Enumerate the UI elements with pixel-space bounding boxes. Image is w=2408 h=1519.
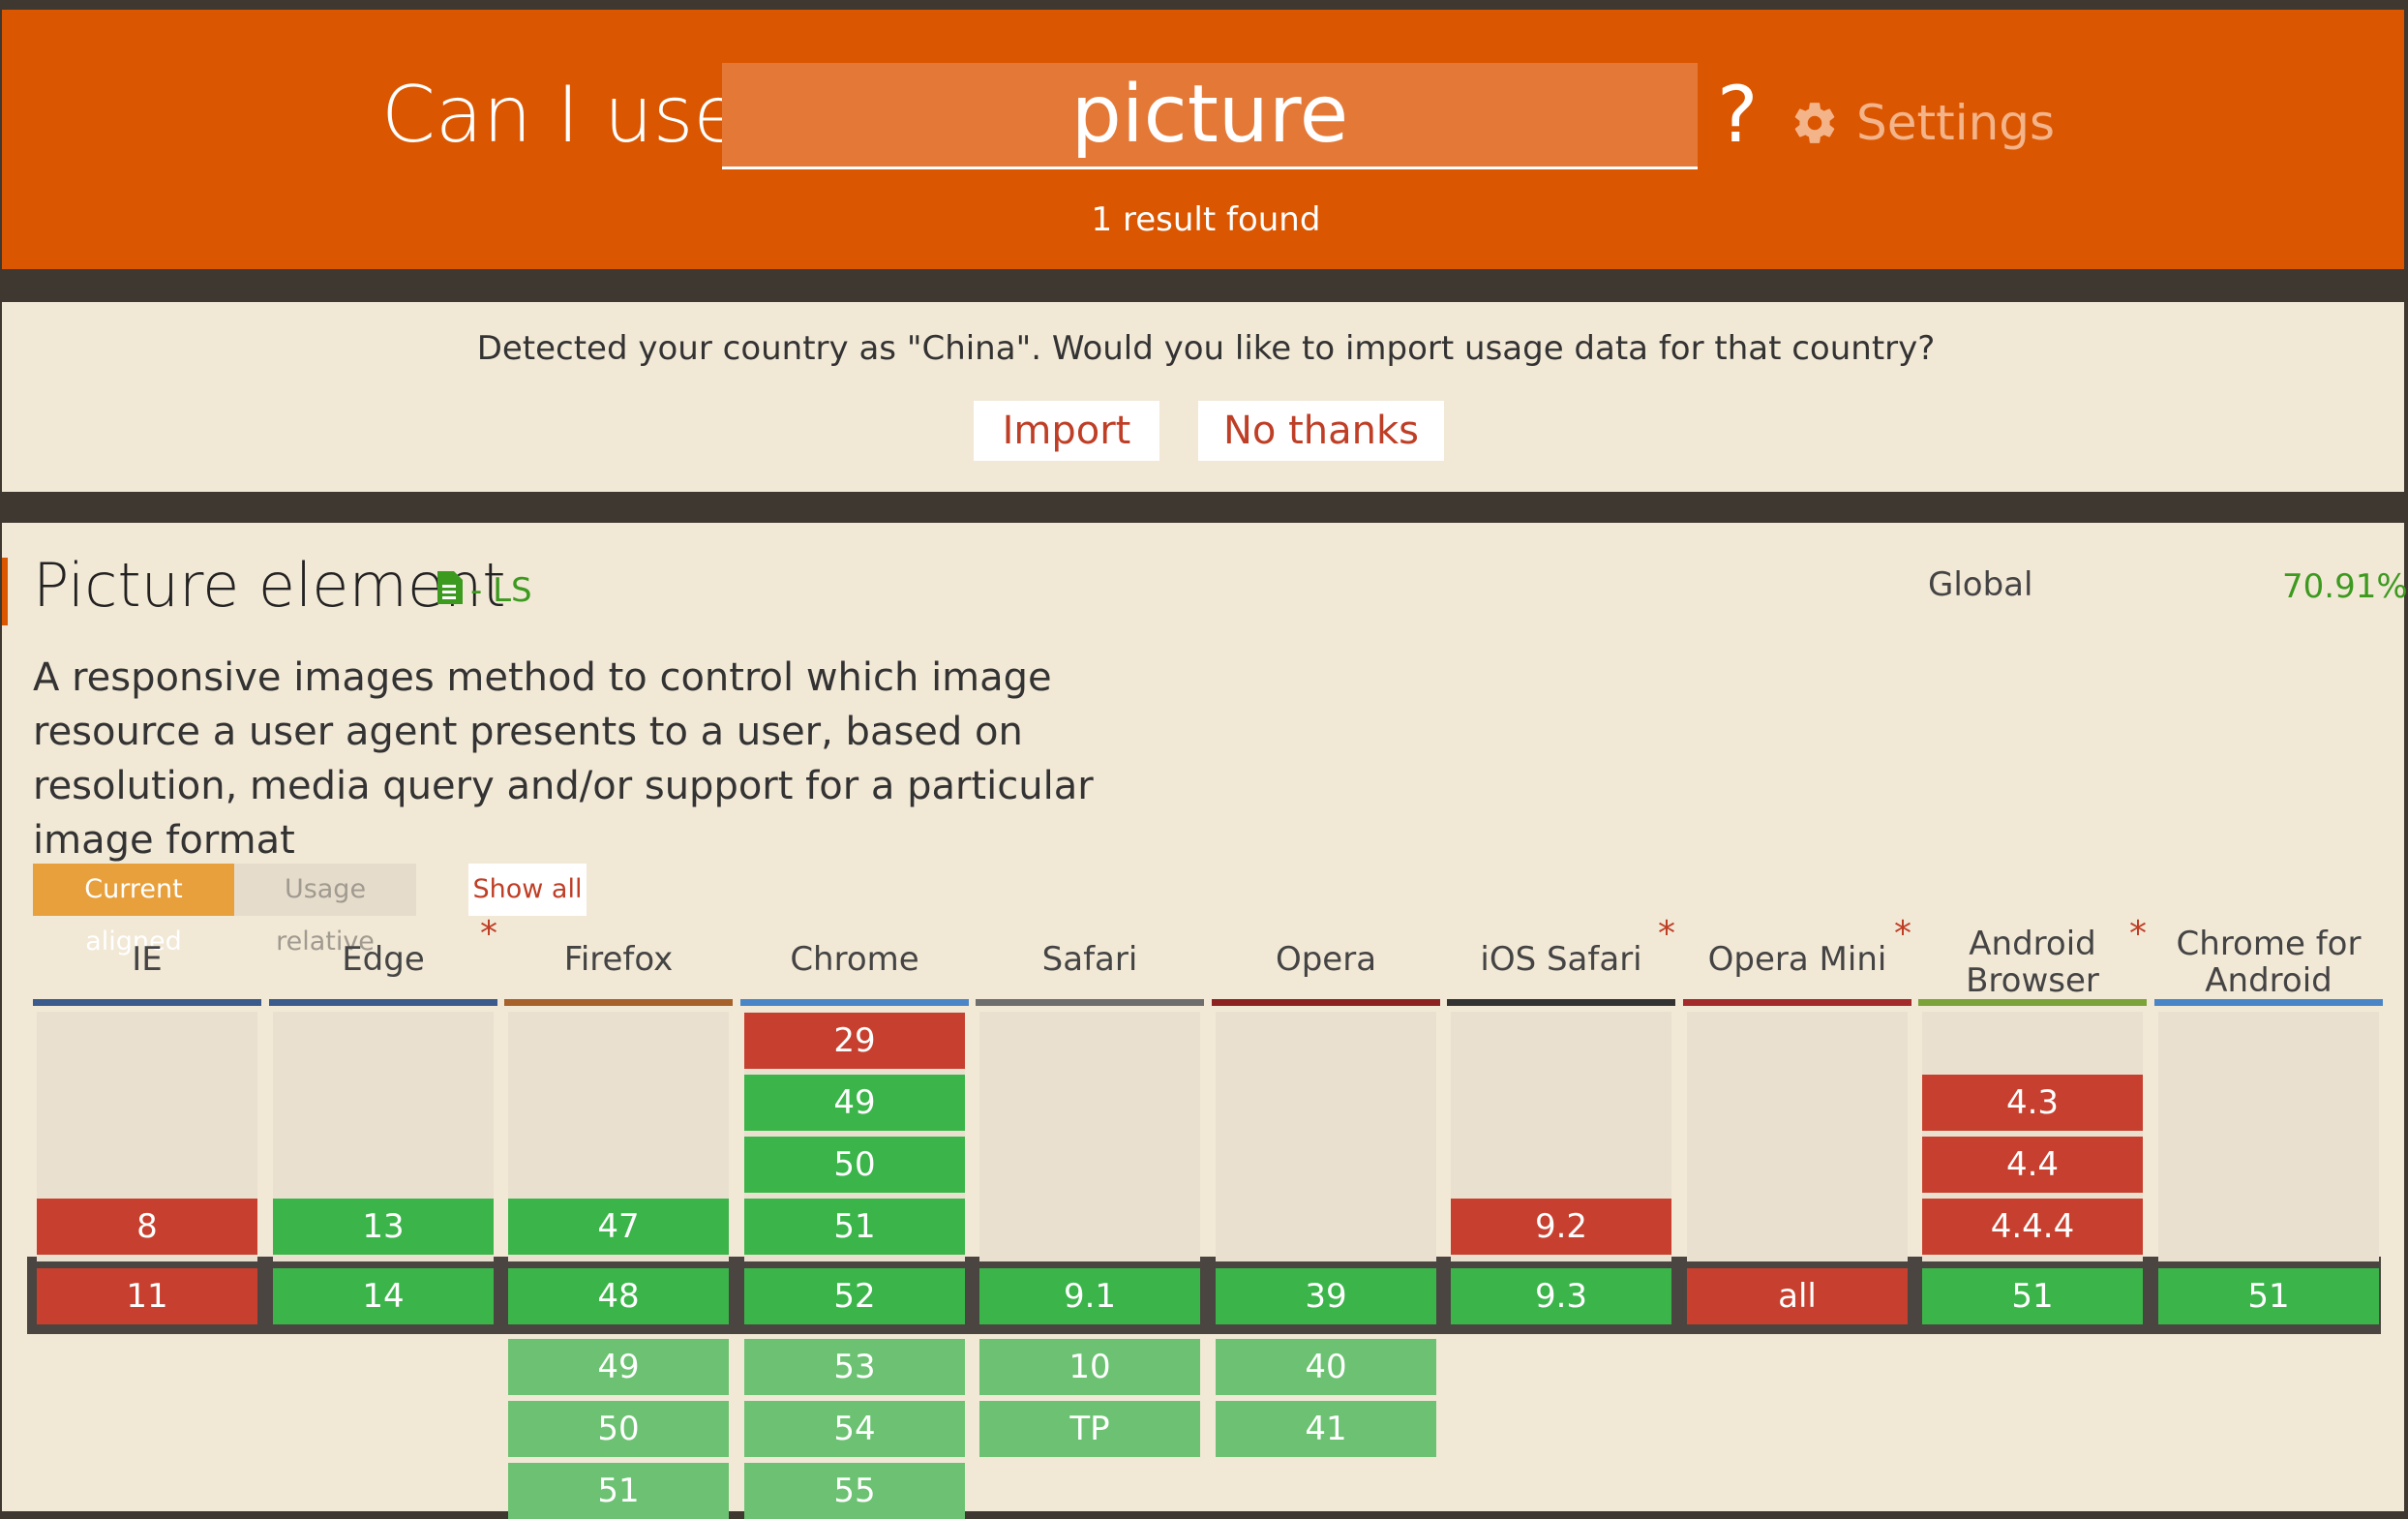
feature-panel: Picture element - LS Global 70.91% A res… — [2, 523, 2408, 1519]
note-asterisk[interactable]: * — [1658, 916, 1675, 953]
help-icon[interactable]: ? — [1717, 70, 1758, 160]
browser-header-firefox[interactable]: Firefox — [504, 941, 733, 978]
browser-color-bar — [976, 999, 1204, 1006]
future-version-cell[interactable]: 10 — [979, 1339, 1200, 1395]
browser-name: Edge — [342, 940, 425, 979]
browser-header-ios-safari[interactable]: iOS Safari * — [1447, 916, 1675, 979]
browser-column-safari — [979, 1012, 1200, 1261]
current-version-cell[interactable]: 48 — [508, 1268, 729, 1324]
feature-description: A responsive images method to control wh… — [33, 655, 1094, 863]
past-version-cell[interactable]: 49 — [744, 1075, 965, 1131]
browser-name: Opera — [1275, 940, 1377, 979]
browser-header-opera[interactable]: Opera — [1212, 941, 1440, 978]
past-version-cell[interactable]: 29 — [744, 1013, 965, 1069]
past-version-cell[interactable]: 51 — [744, 1199, 965, 1255]
browser-name: Opera Mini — [1707, 940, 1887, 979]
current-version-cell[interactable]: 51 — [2158, 1268, 2379, 1324]
global-label: Global — [1928, 565, 2033, 604]
usage-relative-toggle[interactable]: Usage relative — [234, 864, 416, 957]
browser-name: Firefox — [563, 940, 674, 979]
future-version-cell[interactable]: 50 — [508, 1401, 729, 1457]
site-header: Can I use ? Settings 1 result found — [2, 10, 2404, 269]
past-version-cell[interactable]: 4.3 — [1922, 1075, 2143, 1131]
import-button[interactable]: Import — [974, 401, 1159, 461]
current-version-cell[interactable]: 9.1 — [979, 1268, 1200, 1324]
browser-name: Chrome — [790, 940, 919, 979]
browser-header-chrome[interactable]: Chrome — [740, 941, 969, 978]
feature-accent — [2, 558, 8, 625]
browser-color-bar — [504, 999, 733, 1006]
browser-color-bar — [33, 999, 261, 1006]
current-version-cell[interactable]: all — [1687, 1268, 1908, 1324]
site-brand[interactable]: Can I use — [381, 70, 741, 160]
gear-icon — [1794, 103, 1835, 143]
browser-name: IE — [132, 940, 163, 979]
settings-label: Settings — [1856, 95, 2056, 151]
current-version-cell[interactable]: 11 — [37, 1268, 257, 1324]
browser-color-bar — [1918, 999, 2147, 1006]
note-asterisk[interactable]: * — [480, 916, 497, 953]
future-version-cell[interactable]: 49 — [508, 1339, 729, 1395]
current-version-cell[interactable]: 9.3 — [1451, 1268, 1671, 1324]
future-version-cell[interactable]: 40 — [1216, 1339, 1436, 1395]
browser-color-bar — [740, 999, 969, 1006]
past-version-cell[interactable]: 8 — [37, 1199, 257, 1255]
spec-status-link[interactable]: - LS — [470, 571, 532, 610]
past-version-cell[interactable]: 9.2 — [1451, 1199, 1671, 1255]
browser-header-ie[interactable]: IE — [33, 941, 261, 978]
browser-name: Chrome for Android — [2176, 925, 2362, 1000]
browser-column-chrome-for-android — [2158, 1012, 2379, 1261]
no-thanks-button[interactable]: No thanks — [1198, 401, 1444, 461]
notice-text: Detected your country as "China". Would … — [476, 329, 1936, 368]
browser-name: iOS Safari — [1480, 940, 1642, 979]
future-version-cell[interactable]: TP — [979, 1401, 1200, 1457]
browser-color-bar — [269, 999, 497, 1006]
browser-color-bar — [1212, 999, 1440, 1006]
search-input[interactable] — [722, 63, 1698, 169]
browser-name: Android Browser — [1966, 925, 2099, 1000]
past-version-cell[interactable]: 4.4 — [1922, 1137, 2143, 1193]
note-asterisk[interactable]: * — [2129, 916, 2147, 953]
current-version-cell[interactable]: 39 — [1216, 1268, 1436, 1324]
browser-header-edge[interactable]: Edge * — [269, 916, 497, 979]
future-version-cell[interactable]: 54 — [744, 1401, 965, 1457]
browser-header-opera-mini[interactable]: Opera Mini * — [1683, 916, 1911, 979]
future-version-cell[interactable]: 53 — [744, 1339, 965, 1395]
future-version-cell[interactable]: 41 — [1216, 1401, 1436, 1457]
past-version-cell[interactable]: 50 — [744, 1137, 965, 1193]
past-version-cell[interactable]: 13 — [273, 1199, 494, 1255]
future-version-cell[interactable]: 51 — [508, 1463, 729, 1519]
browser-color-bar — [2154, 999, 2383, 1006]
past-version-cell[interactable]: 4.4.4 — [1922, 1199, 2143, 1255]
browser-name: Safari — [1041, 940, 1138, 979]
global-usage-value: 70.91% — [2282, 567, 2408, 606]
settings-button[interactable]: Settings — [1791, 95, 2055, 151]
browser-column-opera — [1216, 1012, 1436, 1261]
document-icon[interactable] — [436, 571, 463, 604]
result-count: 1 result found — [1091, 200, 1321, 239]
browser-header-safari[interactable]: Safari — [976, 941, 1204, 978]
current-version-cell[interactable]: 14 — [273, 1268, 494, 1324]
browser-header-chrome-for-android[interactable]: Chrome for Android — [2154, 926, 2383, 999]
current-aligned-toggle[interactable]: Current aligned — [33, 864, 234, 957]
browser-color-bar — [1447, 999, 1675, 1006]
current-version-cell[interactable]: 52 — [744, 1268, 965, 1324]
browser-color-bar — [1683, 999, 1911, 1006]
past-version-cell[interactable]: 47 — [508, 1199, 729, 1255]
future-version-cell[interactable]: 55 — [744, 1463, 965, 1519]
current-version-cell[interactable]: 51 — [1922, 1268, 2143, 1324]
note-asterisk[interactable]: * — [1894, 916, 1911, 953]
country-notice: Detected your country as "China". Would … — [2, 302, 2404, 492]
show-all-button[interactable]: Show all — [468, 864, 587, 916]
browser-header-android-browser[interactable]: Android Browser * — [1918, 916, 2147, 1000]
browser-column-opera-mini — [1687, 1012, 1908, 1261]
